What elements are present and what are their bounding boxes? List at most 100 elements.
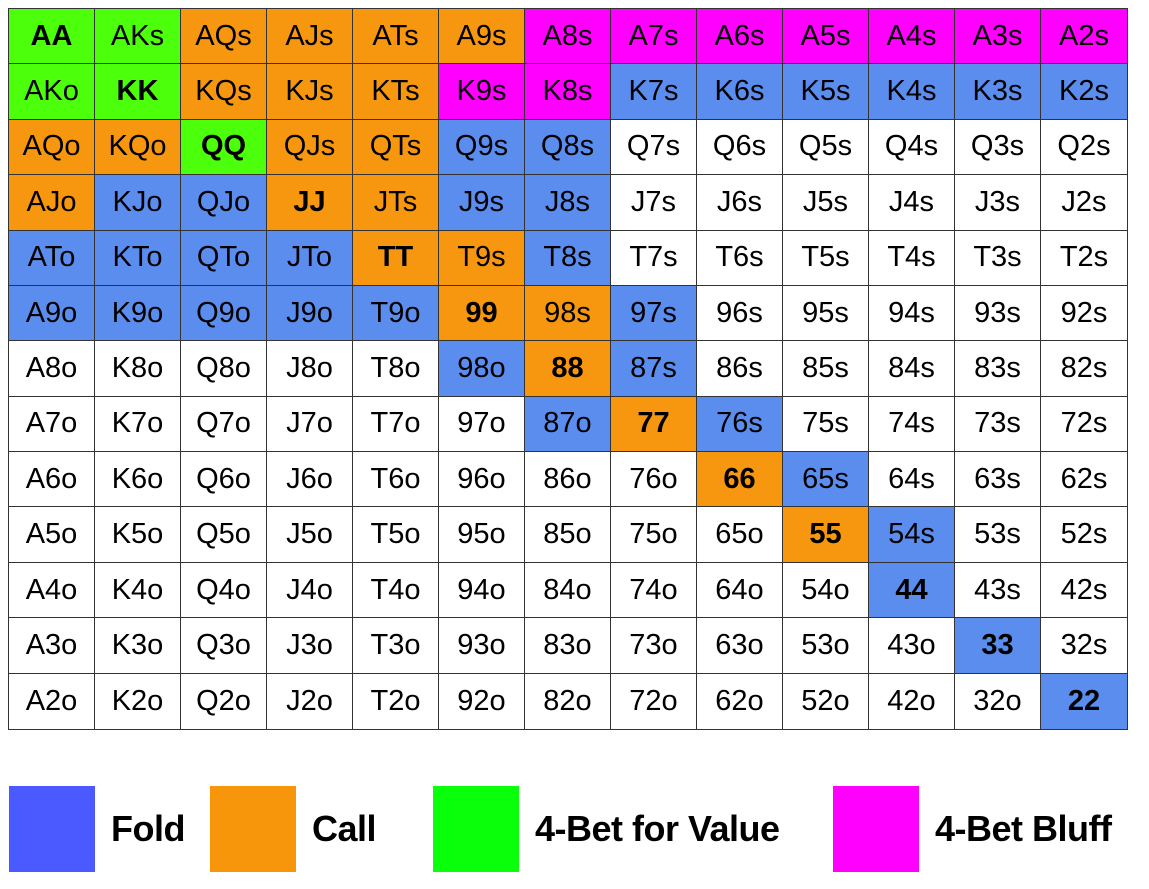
hand-cell-A7s: A7s xyxy=(611,9,697,65)
hand-cell-Q6o: Q6o xyxy=(181,452,267,508)
hand-cell-88: 88 xyxy=(525,341,611,397)
hand-cell-Q4o: Q4o xyxy=(181,562,267,619)
hand-cell-43o: 43o xyxy=(869,618,955,674)
hand-cell-86s: 86s xyxy=(697,341,783,397)
hand-cell-65o: 65o xyxy=(697,507,783,563)
hand-cell-Q5s: Q5s xyxy=(783,119,869,176)
hand-cell-JTs: JTs xyxy=(353,175,439,231)
hand-cell-63o: 63o xyxy=(697,618,783,674)
hand-cell-J7s: J7s xyxy=(611,175,697,231)
hand-cell-95s: 95s xyxy=(783,285,869,342)
hand-cell-AKo: AKo xyxy=(9,64,95,120)
hand-cell-A7o: A7o xyxy=(9,396,95,453)
hand-cell-82o: 82o xyxy=(525,673,611,729)
hand-cell-32s: 32s xyxy=(1041,618,1127,674)
hand-cell-T3s: T3s xyxy=(955,230,1041,286)
hand-cell-87o: 87o xyxy=(525,396,611,453)
hand-cell-A3o: A3o xyxy=(9,618,95,674)
hand-cell-96s: 96s xyxy=(697,285,783,342)
hand-cell-A9s: A9s xyxy=(439,9,525,65)
hand-cell-22: 22 xyxy=(1041,673,1127,729)
hand-cell-53s: 53s xyxy=(955,507,1041,563)
hand-cell-KJs: KJs xyxy=(267,64,353,120)
hand-cell-54o: 54o xyxy=(783,562,869,619)
hand-cell-QTo: QTo xyxy=(181,230,267,286)
hand-cell-AQo: AQo xyxy=(9,119,95,176)
hand-cell-J9s: J9s xyxy=(439,175,525,231)
hand-cell-97s: 97s xyxy=(611,285,697,342)
hand-cell-84o: 84o xyxy=(525,562,611,619)
hand-cell-J8s: J8s xyxy=(525,175,611,231)
hand-cell-Q3o: Q3o xyxy=(181,618,267,674)
hand-cell-72o: 72o xyxy=(611,673,697,729)
hand-cell-Q6s: Q6s xyxy=(697,119,783,176)
hand-cell-T2o: T2o xyxy=(353,673,439,729)
hand-cell-JJ: JJ xyxy=(267,175,353,231)
hand-cell-A4o: A4o xyxy=(9,562,95,619)
legend-fold: Fold xyxy=(9,786,185,872)
hand-cell-Q7o: Q7o xyxy=(181,396,267,453)
hand-cell-KK: KK xyxy=(95,64,181,120)
hand-cell-A3s: A3s xyxy=(955,9,1041,65)
hand-cell-65s: 65s xyxy=(783,452,869,508)
hand-cell-A9o: A9o xyxy=(9,285,95,342)
hand-cell-55: 55 xyxy=(783,507,869,563)
hand-cell-52s: 52s xyxy=(1041,507,1127,563)
hand-cell-J5o: J5o xyxy=(267,507,353,563)
hand-cell-64o: 64o xyxy=(697,562,783,619)
hand-cell-83o: 83o xyxy=(525,618,611,674)
hand-cell-QJs: QJs xyxy=(267,119,353,176)
hand-cell-KTo: KTo xyxy=(95,230,181,286)
hand-cell-T7o: T7o xyxy=(353,396,439,453)
hand-cell-98s: 98s xyxy=(525,285,611,342)
hand-cell-K4s: K4s xyxy=(869,64,955,120)
hand-cell-ATs: ATs xyxy=(353,9,439,65)
hand-cell-J5s: J5s xyxy=(783,175,869,231)
hand-cell-97o: 97o xyxy=(439,396,525,453)
hand-cell-Q2s: Q2s xyxy=(1041,119,1127,176)
hand-cell-52o: 52o xyxy=(783,673,869,729)
hand-cell-T9o: T9o xyxy=(353,285,439,342)
hand-cell-84s: 84s xyxy=(869,341,955,397)
hand-cell-75o: 75o xyxy=(611,507,697,563)
hand-cell-73s: 73s xyxy=(955,396,1041,453)
hand-cell-K8s: K8s xyxy=(525,64,611,120)
hand-cell-K6s: K6s xyxy=(697,64,783,120)
hand-cell-74s: 74s xyxy=(869,396,955,453)
hand-cell-82s: 82s xyxy=(1041,341,1127,397)
hand-cell-J6o: J6o xyxy=(267,452,353,508)
hand-cell-93o: 93o xyxy=(439,618,525,674)
hand-cell-76s: 76s xyxy=(697,396,783,453)
hand-cell-K7s: K7s xyxy=(611,64,697,120)
hand-cell-K3o: K3o xyxy=(95,618,181,674)
legend-bluff: 4-Bet Bluff xyxy=(833,786,1112,872)
hand-cell-53o: 53o xyxy=(783,618,869,674)
hand-cell-AKs: AKs xyxy=(95,9,181,65)
hand-cell-TT: TT xyxy=(353,230,439,286)
legend-label-fold: Fold xyxy=(111,808,185,849)
hand-cell-A8o: A8o xyxy=(9,341,95,397)
hand-range-grid: AA AKs AQs AJs ATs A9s A8s A7s A6s A5s A4s A3s A2s AK… xyxy=(8,8,1128,730)
hand-cell-K5s: K5s xyxy=(783,64,869,120)
hand-cell-K5o: K5o xyxy=(95,507,181,563)
hand-cell-Q8o: Q8o xyxy=(181,341,267,397)
hand-cell-Q7s: Q7s xyxy=(611,119,697,176)
hand-cell-85o: 85o xyxy=(525,507,611,563)
hand-cell-KQs: KQs xyxy=(181,64,267,120)
hand-cell-98o: 98o xyxy=(439,341,525,397)
hand-cell-A2s: A2s xyxy=(1041,9,1127,65)
hand-cell-J9o: J9o xyxy=(267,285,353,342)
hand-cell-QTs: QTs xyxy=(353,119,439,176)
hand-cell-T2s: T2s xyxy=(1041,230,1127,286)
hand-cell-K6o: K6o xyxy=(95,452,181,508)
hand-cell-K8o: K8o xyxy=(95,341,181,397)
hand-cell-K9o: K9o xyxy=(95,285,181,342)
hand-cell-A5o: A5o xyxy=(9,507,95,563)
hand-cell-T5s: T5s xyxy=(783,230,869,286)
hand-cell-T9s: T9s xyxy=(439,230,525,286)
hand-cell-J4s: J4s xyxy=(869,175,955,231)
hand-cell-JTo: JTo xyxy=(267,230,353,286)
hand-cell-Q9o: Q9o xyxy=(181,285,267,342)
legend-swatch-fold xyxy=(9,786,95,872)
hand-cell-95o: 95o xyxy=(439,507,525,563)
